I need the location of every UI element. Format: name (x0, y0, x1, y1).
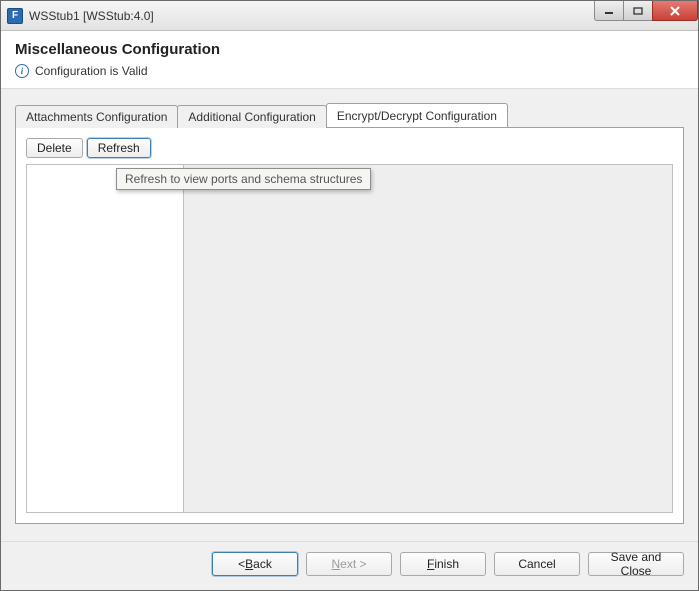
finish-suffix: inish (434, 557, 459, 571)
next-mnemonic: N (331, 557, 340, 571)
status-text: Configuration is Valid (35, 64, 148, 78)
cancel-button[interactable]: Cancel (494, 552, 580, 576)
tab-strip: Attachments Configuration Additional Con… (15, 103, 684, 127)
minimize-icon (604, 7, 614, 15)
detail-pane (184, 165, 672, 512)
page-title: Miscellaneous Configuration (15, 41, 684, 58)
back-suffix: ack (253, 557, 272, 571)
maximize-icon (633, 7, 643, 15)
next-suffix: ext > (340, 557, 366, 571)
maximize-button[interactable] (623, 1, 653, 21)
refresh-button[interactable]: Refresh (87, 138, 151, 158)
back-prefix: < (238, 557, 245, 571)
separator (1, 524, 698, 542)
minimize-button[interactable] (594, 1, 624, 21)
next-button: Next > (306, 552, 392, 576)
back-mnemonic: B (245, 557, 253, 571)
window-controls (595, 1, 698, 21)
tab-panel: Delete Refresh Refresh to view ports and… (15, 127, 684, 524)
delete-button[interactable]: Delete (26, 138, 83, 158)
back-button[interactable]: < Back (212, 552, 298, 576)
page-header: Miscellaneous Configuration i Configurat… (1, 31, 698, 89)
footer: < Back Next > Finish Cancel Save and Clo… (1, 542, 698, 590)
finish-mnemonic: F (427, 557, 434, 571)
close-icon (669, 6, 681, 16)
workspace (26, 164, 673, 513)
finish-button[interactable]: Finish (400, 552, 486, 576)
tab-encrypt-decrypt[interactable]: Encrypt/Decrypt Configuration (326, 103, 508, 127)
tree-pane[interactable] (27, 165, 184, 512)
info-icon: i (15, 64, 29, 78)
close-button[interactable] (652, 1, 698, 21)
status-row: i Configuration is Valid (15, 64, 684, 78)
panel-toolbar: Delete Refresh (26, 138, 673, 158)
window-title: WSStub1 [WSStub:4.0] (29, 9, 154, 23)
app-icon: F (7, 8, 23, 24)
content-area: Attachments Configuration Additional Con… (1, 89, 698, 542)
tab-additional[interactable]: Additional Configuration (177, 105, 326, 128)
title-bar: F WSStub1 [WSStub:4.0] (1, 1, 698, 31)
tooltip: Refresh to view ports and schema structu… (116, 168, 371, 190)
tab-attachments[interactable]: Attachments Configuration (15, 105, 178, 128)
tab-container: Attachments Configuration Additional Con… (15, 103, 684, 524)
save-and-close-button[interactable]: Save and Close (588, 552, 684, 576)
